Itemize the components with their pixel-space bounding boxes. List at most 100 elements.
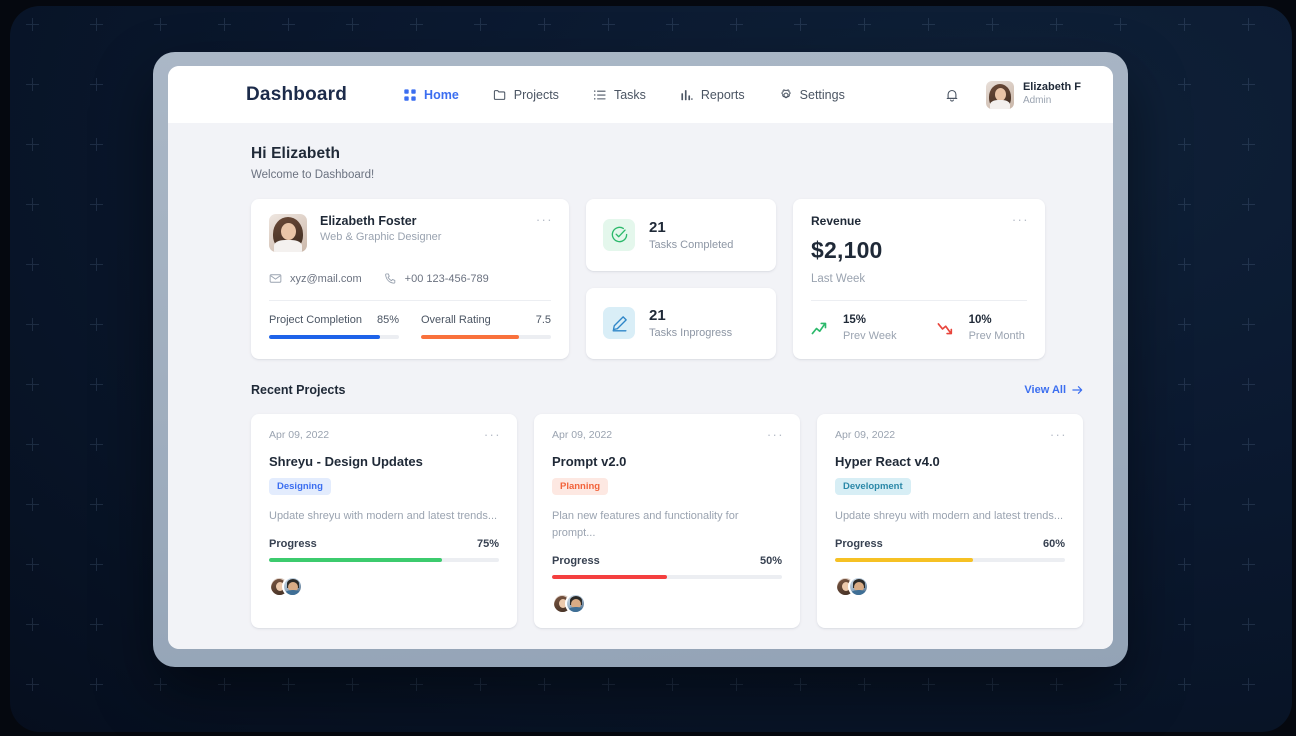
pencil-glyph (611, 315, 627, 332)
revenue-card: ··· Revenue $2,100 Last Week 15% Prev We… (793, 199, 1045, 359)
trend-label: Prev Month (968, 329, 1025, 342)
trend-prev-week: 15% Prev Week (811, 314, 897, 343)
user-role: Admin (1022, 95, 1052, 107)
metric-value: 7.5 (535, 314, 551, 326)
progress-label: Progress (835, 538, 883, 551)
member-avatar (565, 593, 586, 615)
avatar (985, 80, 1014, 109)
stat-number: 21 (649, 307, 666, 325)
screenshot-root: Dashboard Home Projects Tasks Reports Se… (0, 0, 1296, 736)
check-circle-icon (603, 218, 635, 251)
trend-down-icon (937, 323, 952, 335)
phone-icon (384, 273, 395, 284)
progress-track (269, 335, 399, 339)
mail-icon (269, 274, 282, 283)
project-card-menu-button[interactable]: ··· (1050, 428, 1067, 441)
nav-label-home: Home (424, 87, 459, 102)
project-card[interactable]: ··· Apr 09, 2022 Hyper React v4.0 Develo… (817, 413, 1083, 629)
main-nav: Home Projects Tasks Reports Settings (403, 88, 944, 102)
member-avatar (848, 576, 869, 598)
project-description: Update shreyu with modern and latest tre… (269, 509, 498, 522)
grid-icon (404, 88, 416, 101)
nav-item-tasks[interactable]: Tasks (593, 88, 646, 102)
nav-item-settings[interactable]: Settings (779, 88, 845, 102)
screen: Dashboard Home Projects Tasks Reports Se… (168, 66, 1113, 649)
progress-fill (835, 558, 973, 563)
divider (269, 300, 551, 301)
recent-projects-title: Recent Projects (251, 382, 346, 397)
list-icon (593, 89, 606, 100)
project-status-badge: Development (835, 477, 911, 495)
nav-label-projects: Projects (513, 87, 559, 102)
project-card-menu-button[interactable]: ··· (484, 428, 501, 441)
progress-label: Progress (552, 555, 600, 568)
page-subtitle: Welcome to Dashboard! (251, 169, 375, 181)
divider (811, 300, 1027, 301)
navbar-right: Elizabeth F Admin (944, 80, 1081, 109)
contact-row: xyz@mail.com +00 123-456-789 (269, 272, 551, 285)
stat-label: Tasks Inprogress (649, 327, 733, 340)
revenue-title: Revenue (811, 214, 862, 228)
trend-percent: 15% (843, 314, 867, 326)
progress-fill (269, 558, 442, 563)
view-all-link[interactable]: View All (1024, 384, 1083, 396)
laptop-frame: Dashboard Home Projects Tasks Reports Se… (153, 52, 1128, 667)
project-title: Shreyu - Design Updates (269, 453, 423, 469)
contact-email[interactable]: xyz@mail.com (269, 272, 362, 285)
recent-projects-header: Recent Projects View All (251, 383, 1083, 397)
revenue-subtitle: Last Week (811, 273, 866, 285)
arrow-right-icon (1072, 386, 1083, 394)
metric-value: 85% (376, 314, 399, 326)
nav-item-home[interactable]: Home (403, 88, 459, 102)
trend-label: Prev Week (843, 329, 897, 342)
nav-item-projects[interactable]: Projects (493, 88, 559, 102)
progress-fill (421, 335, 519, 339)
project-description: Plan new features and functionality for … (552, 509, 739, 540)
pencil-icon (603, 307, 635, 340)
project-description: Update shreyu with modern and latest tre… (835, 509, 1064, 522)
nav-label-reports: Reports (700, 87, 745, 102)
project-members (552, 593, 782, 615)
stat-label: Tasks Completed (649, 238, 734, 251)
gear-icon (781, 88, 791, 98)
trend-percent: 10% (968, 314, 992, 326)
check-circle-glyph (611, 226, 627, 243)
stat-card-tasks-completed: 21 Tasks Completed (586, 199, 776, 271)
user-menu[interactable]: Elizabeth F Admin (985, 80, 1081, 109)
project-members (835, 576, 1065, 598)
progress-fill (552, 575, 667, 580)
app-brand: Dashboard (246, 83, 348, 105)
folder-icon (493, 89, 506, 100)
progress-track (835, 558, 1065, 563)
bell-icon[interactable] (944, 87, 960, 103)
profile-header: Elizabeth Foster Web & Graphic Designer (269, 214, 551, 252)
project-date: Apr 09, 2022 (269, 428, 330, 441)
progress-fill (269, 335, 380, 339)
project-cards-row: ··· Apr 09, 2022 Shreyu - Design Updates… (251, 413, 1083, 629)
stat-number: 21 (649, 218, 666, 236)
contact-phone[interactable]: +00 123-456-789 (384, 272, 489, 285)
progress-value: 50% (759, 555, 782, 568)
page-content: Hi Elizabeth Welcome to Dashboard! ··· E… (168, 123, 1113, 649)
progress-track (552, 575, 782, 580)
member-avatar (282, 576, 303, 598)
project-card[interactable]: ··· Apr 09, 2022 Shreyu - Design Updates… (251, 413, 517, 629)
revenue-card-menu-button[interactable]: ··· (1012, 213, 1029, 226)
profile-avatar (269, 214, 307, 252)
progress-value: 60% (1042, 538, 1065, 551)
bar-chart-icon (681, 89, 693, 100)
profile-card: ··· Elizabeth Foster Web & Graphic Desig… (251, 199, 569, 359)
trend-up-icon (811, 322, 827, 335)
project-card[interactable]: ··· Apr 09, 2022 Prompt v2.0 Planning Pl… (534, 413, 800, 629)
profile-name: Elizabeth Foster (320, 214, 417, 228)
stat-cards: 21 Tasks Completed 21 Tasks Inprogress (586, 199, 776, 359)
nav-item-reports[interactable]: Reports (680, 88, 745, 102)
project-card-menu-button[interactable]: ··· (767, 428, 784, 441)
profile-role: Web & Graphic Designer (320, 231, 442, 243)
metric-overall-rating: Overall Rating 7.5 (421, 314, 551, 339)
nav-label-tasks: Tasks (613, 87, 646, 102)
progress-track (269, 558, 499, 563)
project-date: Apr 09, 2022 (835, 428, 896, 441)
profile-card-menu-button[interactable]: ··· (536, 213, 553, 226)
metric-label: Overall Rating (421, 314, 491, 326)
